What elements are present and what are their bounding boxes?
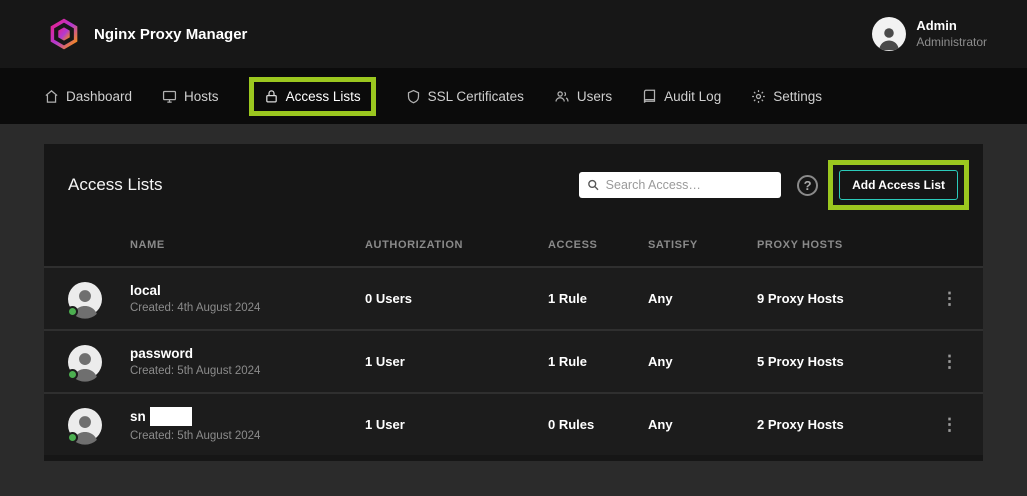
online-status-dot [67, 432, 78, 443]
nav-item-settings[interactable]: Settings [751, 89, 822, 104]
column-header-access: Access [548, 239, 648, 251]
highlight-box-add-access-list: Add Access List [828, 160, 969, 210]
proxy-hosts-value: 9 Proxy Hosts [757, 291, 919, 306]
proxy-hosts-value: 5 Proxy Hosts [757, 354, 919, 369]
nav-label: Access Lists [286, 89, 361, 104]
access-value: 0 Rules [548, 417, 648, 432]
row-name-cell: sn Created: 5th August 2024 [130, 407, 365, 442]
authorization-value: 0 Users [365, 291, 548, 306]
person-icon [876, 24, 902, 50]
satisfy-value: Any [648, 417, 757, 432]
online-status-dot [67, 369, 78, 380]
gear-icon [751, 89, 766, 104]
row-name-cell: local Created: 4th August 2024 [130, 283, 365, 314]
user-avatar[interactable] [872, 17, 906, 51]
nav-item-audit-log[interactable]: Audit Log [642, 89, 721, 104]
search-icon [587, 178, 600, 192]
created-date: Created: 5th August 2024 [130, 365, 365, 377]
row-menu-button[interactable]: ⋮ [919, 415, 959, 435]
table-header: Name Authorization Access Satisfy Proxy … [44, 224, 983, 266]
add-access-list-button[interactable]: Add Access List [839, 170, 958, 200]
app-title: Nginx Proxy Manager [94, 26, 247, 43]
nav-item-ssl-certificates[interactable]: SSL Certificates [406, 89, 524, 104]
row-avatar-cell [68, 408, 130, 442]
lock-icon [264, 89, 279, 104]
authorization-value: 1 User [365, 417, 548, 432]
column-header-proxy-hosts: Proxy Hosts [757, 239, 919, 251]
table-row[interactable]: sn Created: 5th August 2024 1 User 0 Rul… [44, 392, 983, 455]
nav-label: Audit Log [664, 89, 721, 104]
avatar [68, 282, 102, 316]
online-status-dot [67, 306, 78, 317]
book-icon [642, 89, 657, 104]
access-list-name: local [130, 283, 161, 298]
redaction-box [150, 407, 192, 426]
nav-label: Settings [773, 89, 822, 104]
nav-label: Hosts [184, 89, 219, 104]
nav-label: Dashboard [66, 89, 132, 104]
nav-label: Users [577, 89, 612, 104]
column-header-satisfy: Satisfy [648, 239, 757, 251]
users-icon [554, 89, 570, 104]
nav-item-access-lists[interactable]: Access Lists [264, 89, 361, 104]
row-name-cell: password Created: 5th August 2024 [130, 346, 365, 377]
access-lists-card: Access Lists ? Add Access List Name Auth… [44, 144, 983, 461]
user-role: Administrator [916, 35, 987, 50]
page-title: Access Lists [68, 175, 162, 195]
highlight-box-access-lists: Access Lists [249, 77, 376, 116]
created-date: Created: 4th August 2024 [130, 302, 365, 314]
search-input[interactable] [606, 178, 773, 192]
nav-item-users[interactable]: Users [554, 89, 612, 104]
column-header-authorization: Authorization [365, 239, 548, 251]
question-mark-icon: ? [804, 178, 812, 193]
user-name: Admin [916, 18, 987, 34]
avatar [68, 345, 102, 379]
access-list-name: password [130, 346, 193, 361]
home-icon [44, 89, 59, 104]
row-avatar-cell [68, 345, 130, 379]
user-menu[interactable]: Admin Administrator [872, 17, 987, 51]
table-row[interactable]: password Created: 5th August 2024 1 User… [44, 329, 983, 392]
proxy-hosts-value: 2 Proxy Hosts [757, 417, 919, 432]
row-menu-button[interactable]: ⋮ [919, 352, 959, 372]
nav-item-hosts[interactable]: Hosts [162, 89, 219, 104]
avatar [68, 408, 102, 442]
created-date: Created: 5th August 2024 [130, 430, 365, 442]
search-box[interactable] [579, 172, 781, 198]
access-list-name: sn [130, 409, 146, 424]
main-nav: Dashboard Hosts Access Lists SSL Certifi… [0, 68, 1027, 124]
access-value: 1 Rule [548, 291, 648, 306]
access-value: 1 Rule [548, 354, 648, 369]
table-row[interactable]: local Created: 4th August 2024 0 Users 1… [44, 266, 983, 329]
monitor-icon [162, 89, 177, 104]
row-avatar-cell [68, 282, 130, 316]
shield-icon [406, 89, 421, 104]
authorization-value: 1 User [365, 354, 548, 369]
user-meta: Admin Administrator [916, 18, 987, 49]
top-header: Nginx Proxy Manager Admin Administrator [0, 0, 1027, 68]
card-header: Access Lists ? Add Access List [44, 144, 983, 224]
app-logo-icon [48, 18, 80, 50]
nav-item-dashboard[interactable]: Dashboard [44, 89, 132, 104]
satisfy-value: Any [648, 354, 757, 369]
help-button[interactable]: ? [797, 175, 818, 196]
row-menu-button[interactable]: ⋮ [919, 289, 959, 309]
satisfy-value: Any [648, 291, 757, 306]
nav-label: SSL Certificates [428, 89, 524, 104]
column-header-name: Name [130, 239, 365, 251]
